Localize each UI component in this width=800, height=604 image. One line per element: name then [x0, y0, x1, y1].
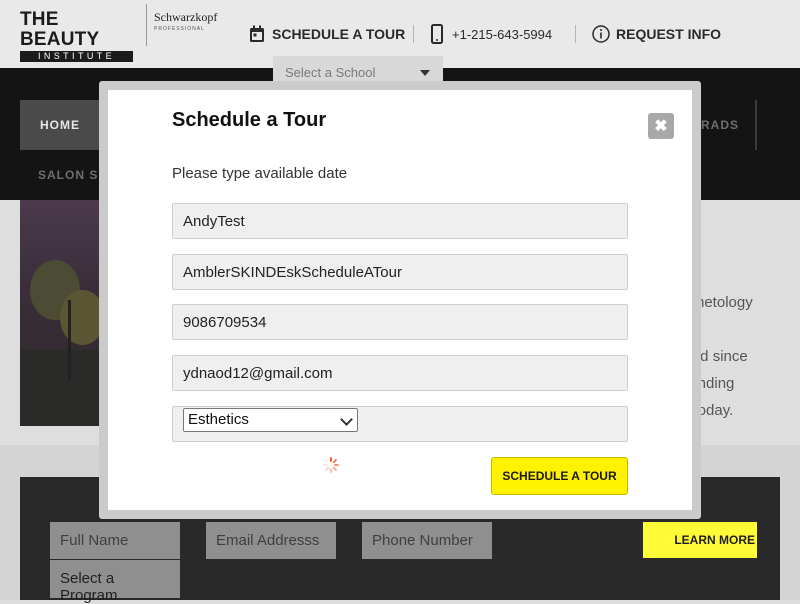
- schedule-tour-submit-button[interactable]: SCHEDULE A TOUR: [491, 457, 628, 495]
- schedule-tour-modal: [108, 90, 692, 510]
- close-icon[interactable]: ✖: [648, 113, 674, 139]
- partner-logo-line-2: PROFESSIONAL: [154, 26, 205, 32]
- logo-divider: [146, 4, 147, 46]
- schwarzkopf-logo: Schwarzkopf PROFESSIONAL: [154, 10, 218, 32]
- mobile-phone-icon: [428, 24, 446, 44]
- partner-logo-line-1: Schwarzkopf: [154, 10, 218, 24]
- loading-spinner-icon: [322, 456, 340, 474]
- info-icon: [592, 24, 610, 44]
- phone-value: 9086709534: [183, 313, 267, 331]
- phone-input[interactable]: 9086709534: [172, 304, 628, 340]
- request-info-label: REQUEST INFO: [616, 26, 722, 42]
- schedule-tour-label: SCHEDULE A TOUR: [272, 26, 406, 42]
- nav-item-grads[interactable]: RADS: [701, 118, 739, 132]
- program-select-wrapper: Esthetics: [172, 406, 628, 442]
- school-select-value: Select a School: [285, 65, 376, 80]
- logo-line-2: INSTITUTE: [20, 51, 133, 62]
- phone-field[interactable]: Phone Number: [362, 522, 492, 559]
- caret-down-icon: [420, 70, 430, 76]
- beauty-institute-logo[interactable]: THE BEAUTY INSTITUTE: [20, 10, 133, 62]
- nav-divider: [755, 100, 757, 150]
- header-phone-link[interactable]: +1-215-643-5994: [428, 22, 552, 46]
- program-select-dropdown[interactable]: Esthetics: [183, 408, 358, 432]
- campus-photo: [20, 200, 100, 426]
- header-separator: [413, 25, 414, 43]
- program-select[interactable]: Select a Program: [50, 560, 180, 604]
- chevron-down-icon: [340, 413, 353, 426]
- header-schedule-tour-link[interactable]: SCHEDULE A TOUR: [248, 22, 405, 46]
- last-name-input[interactable]: AmblerSKINDEskScheduleATour: [172, 254, 628, 290]
- program-select-value: Esthetics: [188, 411, 249, 428]
- learn-more-button[interactable]: LEARN MORE: [643, 522, 757, 558]
- modal-title: Schedule a Tour: [172, 109, 327, 131]
- phone-number: +1-215-643-5994: [452, 26, 553, 42]
- full-name-field[interactable]: Full Name: [50, 522, 180, 559]
- modal-instructions: Please type available date: [172, 165, 348, 182]
- first-name-value: AndyTest: [183, 212, 245, 230]
- email-value: ydnaod12@gmail.com: [183, 364, 333, 382]
- header-request-info-link[interactable]: REQUEST INFO: [592, 22, 721, 46]
- email-field[interactable]: Email Addresss: [206, 522, 336, 559]
- header-separator: [575, 25, 576, 43]
- last-name-value: AmblerSKINDEskScheduleATour: [183, 263, 402, 281]
- email-input[interactable]: ydnaod12@gmail.com: [172, 355, 628, 391]
- first-name-input[interactable]: AndyTest: [172, 203, 628, 239]
- calendar-icon: [248, 24, 266, 44]
- nav-item-home[interactable]: HOME: [20, 100, 100, 150]
- nav-item-salon-services[interactable]: SALON SE: [38, 168, 107, 182]
- logo-line-1: THE BEAUTY: [20, 9, 100, 50]
